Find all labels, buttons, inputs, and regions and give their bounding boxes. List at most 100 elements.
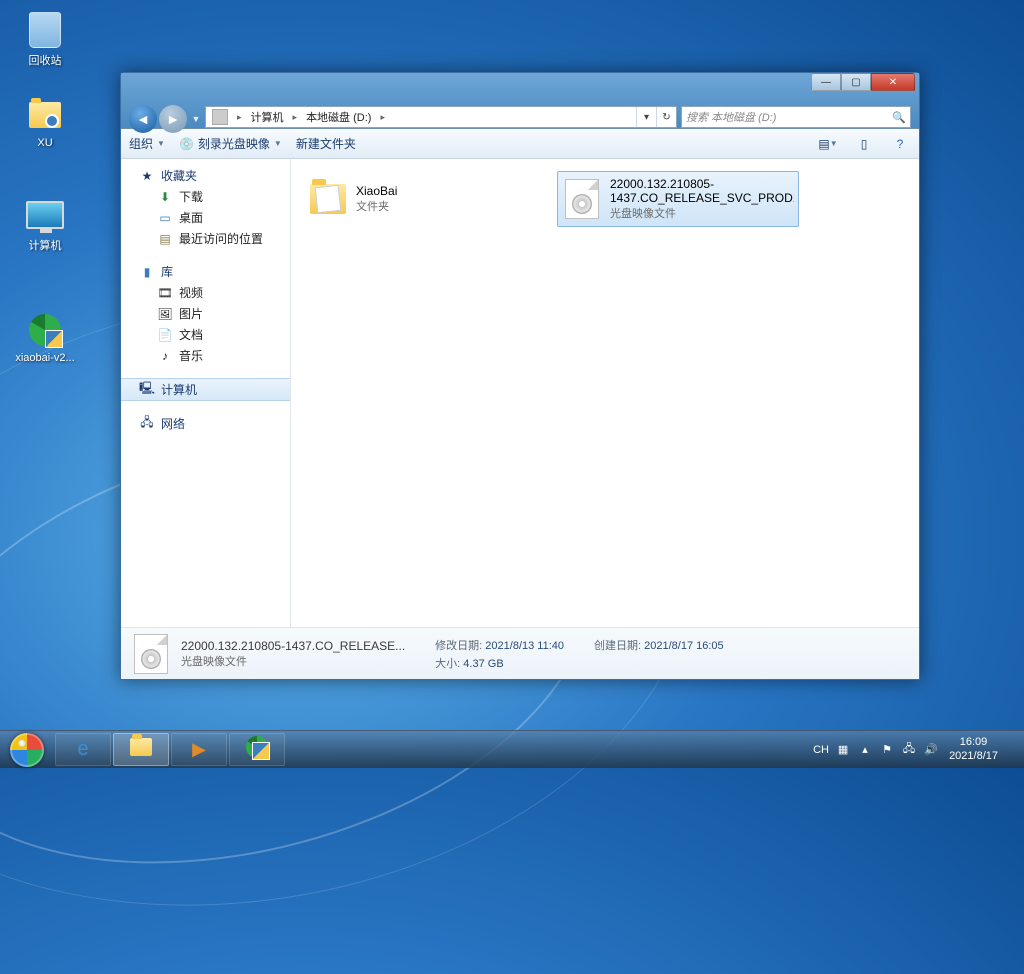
- taskbar-clock[interactable]: 16:09 2021/8/17: [945, 736, 1002, 762]
- desktop-label: XU: [10, 137, 80, 149]
- taskbar-explorer[interactable]: [113, 733, 169, 766]
- details-filetype: 光盘映像文件: [181, 653, 405, 669]
- chevron-down-icon: ▼: [274, 139, 282, 148]
- clock-date: 2021/8/17: [949, 750, 998, 763]
- app-icon: [246, 736, 268, 763]
- ime-keyboard-icon[interactable]: ▦: [835, 742, 851, 758]
- details-pane: 22000.132.210805-1437.CO_RELEASE... 光盘映像…: [121, 627, 919, 679]
- back-button[interactable]: ◄: [129, 105, 157, 133]
- maximize-button[interactable]: ▢: [841, 73, 871, 91]
- computer-icon: [25, 195, 65, 235]
- start-button[interactable]: [0, 731, 54, 768]
- tray-overflow-button[interactable]: ▴: [857, 742, 873, 758]
- picture-icon: 🖼: [157, 306, 173, 322]
- forward-button[interactable]: ►: [159, 105, 187, 133]
- details-filename: 22000.132.210805-1437.CO_RELEASE...: [181, 639, 405, 653]
- explorer-window: — ▢ ✕ ◄ ► ▼ ▸ 计算机 ▸ 本地磁盘 (D:) ▸ ▾ ↻: [120, 72, 920, 680]
- details-modified: 2021/8/13 11:40: [485, 640, 564, 652]
- ie-icon: e: [77, 738, 88, 761]
- nav-history-dropdown[interactable]: ▼: [189, 105, 203, 133]
- preview-pane-button[interactable]: ▯: [853, 134, 875, 154]
- nav-favorites[interactable]: ★收藏夹: [121, 165, 290, 186]
- taskbar-media-player[interactable]: ▶: [171, 733, 227, 766]
- taskbar-ie[interactable]: e: [55, 733, 111, 766]
- navigation-pane: ★收藏夹 ⬇下载 ▭桌面 ▤最近访问的位置 ▮库 🎞视频 🖼图片 📄文档 ♪音乐…: [121, 159, 291, 627]
- organize-menu[interactable]: 组织▼: [129, 135, 165, 152]
- computer-icon: 🖳: [139, 382, 155, 398]
- nav-recent[interactable]: ▤最近访问的位置: [121, 228, 290, 249]
- nav-libraries[interactable]: ▮库: [121, 261, 290, 282]
- chevron-right-icon: ▸: [377, 112, 388, 123]
- item-type: 光盘映像文件: [610, 205, 794, 221]
- action-center-icon[interactable]: ⚑: [879, 742, 895, 758]
- iso-file-icon: [131, 634, 171, 674]
- details-created: 2021/8/17 16:05: [644, 640, 724, 652]
- media-player-icon: ▶: [192, 739, 206, 760]
- minimize-button[interactable]: —: [811, 73, 841, 91]
- volume-icon[interactable]: 🔊: [923, 742, 939, 758]
- desktop-label: 计算机: [10, 237, 80, 253]
- nav-network[interactable]: 🖧网络: [121, 413, 290, 434]
- desktop-computer[interactable]: 计算机: [10, 195, 80, 253]
- desktop-icon: ▭: [157, 210, 173, 226]
- breadcrumb-drive[interactable]: 本地磁盘 (D:): [300, 107, 377, 127]
- file-item-iso[interactable]: 22000.132.210805-1437.CO_RELEASE_SVC_PRO…: [557, 171, 799, 227]
- download-icon: ⬇: [157, 189, 173, 205]
- nav-desktop[interactable]: ▭桌面: [121, 207, 290, 228]
- drive-icon: [212, 109, 228, 125]
- folder-icon: [308, 177, 348, 221]
- folder-item-xiaobai[interactable]: XiaoBai 文件夹: [303, 171, 545, 227]
- desktop-label: 回收站: [10, 52, 80, 68]
- desktop-xiaobai-app[interactable]: xiaobai-v2...: [10, 310, 80, 364]
- breadcrumb-computer[interactable]: 计算机: [245, 107, 290, 127]
- desktop-recycle-bin[interactable]: 回收站: [10, 10, 80, 68]
- item-type: 文件夹: [356, 198, 397, 214]
- chevron-down-icon: ▼: [157, 139, 165, 148]
- chevron-right-icon: ▸: [290, 112, 301, 123]
- window-header: — ▢ ✕ ◄ ► ▼ ▸ 计算机 ▸ 本地磁盘 (D:) ▸ ▾ ↻: [121, 73, 919, 129]
- address-dropdown[interactable]: ▾: [636, 107, 656, 127]
- star-icon: ★: [139, 168, 155, 184]
- address-bar[interactable]: ▸ 计算机 ▸ 本地磁盘 (D:) ▸ ▾ ↻: [205, 106, 677, 128]
- close-button[interactable]: ✕: [871, 73, 915, 91]
- taskbar: e ▶ CH ▦ ▴ ⚑ 🖧 🔊 16:09 2021/8/17: [0, 730, 1024, 768]
- item-name: XiaoBai: [356, 184, 397, 198]
- disc-icon: 💿: [179, 137, 194, 151]
- folder-icon: [25, 95, 65, 135]
- view-options-button[interactable]: ▤▼: [817, 134, 839, 154]
- document-icon: 📄: [157, 327, 173, 343]
- network-icon[interactable]: 🖧: [901, 742, 917, 758]
- ime-indicator[interactable]: CH: [813, 742, 829, 758]
- nav-documents[interactable]: 📄文档: [121, 324, 290, 345]
- item-name: 22000.132.210805-1437.CO_RELEASE_SVC_PRO…: [610, 177, 794, 206]
- burn-disc-image-button[interactable]: 💿 刻录光盘映像▼: [179, 135, 282, 152]
- refresh-button[interactable]: ↻: [656, 107, 676, 127]
- windows-logo-icon: [10, 733, 44, 767]
- search-input[interactable]: 搜索 本地磁盘 (D:) 🔍: [681, 106, 911, 128]
- clock-time: 16:09: [949, 736, 998, 749]
- nav-downloads[interactable]: ⬇下载: [121, 186, 290, 207]
- app-icon: [25, 310, 65, 350]
- taskbar-xiaobai[interactable]: [229, 733, 285, 766]
- nav-music[interactable]: ♪音乐: [121, 345, 290, 366]
- recent-icon: ▤: [157, 231, 173, 247]
- iso-file-icon: [562, 177, 602, 221]
- search-placeholder: 搜索 本地磁盘 (D:): [686, 109, 776, 125]
- nav-pictures[interactable]: 🖼图片: [121, 303, 290, 324]
- recycle-bin-icon: [25, 10, 65, 50]
- search-icon: 🔍: [892, 111, 906, 124]
- folder-icon: [130, 738, 152, 761]
- video-icon: 🎞: [157, 285, 173, 301]
- help-button[interactable]: ?: [889, 134, 911, 154]
- desktop-folder-xu[interactable]: XU: [10, 95, 80, 149]
- nav-computer[interactable]: 🖳计算机: [121, 378, 290, 401]
- details-size: 4.37 GB: [463, 658, 503, 670]
- desktop-label: xiaobai-v2...: [10, 352, 80, 364]
- libraries-icon: ▮: [139, 264, 155, 280]
- network-icon: 🖧: [139, 416, 155, 432]
- system-tray: CH ▦ ▴ ⚑ 🖧 🔊 16:09 2021/8/17: [807, 731, 1024, 768]
- music-icon: ♪: [157, 348, 173, 364]
- file-list[interactable]: XiaoBai 文件夹 22000.132.210805-1437.CO_REL…: [291, 159, 919, 627]
- new-folder-button[interactable]: 新建文件夹: [296, 135, 356, 152]
- nav-videos[interactable]: 🎞视频: [121, 282, 290, 303]
